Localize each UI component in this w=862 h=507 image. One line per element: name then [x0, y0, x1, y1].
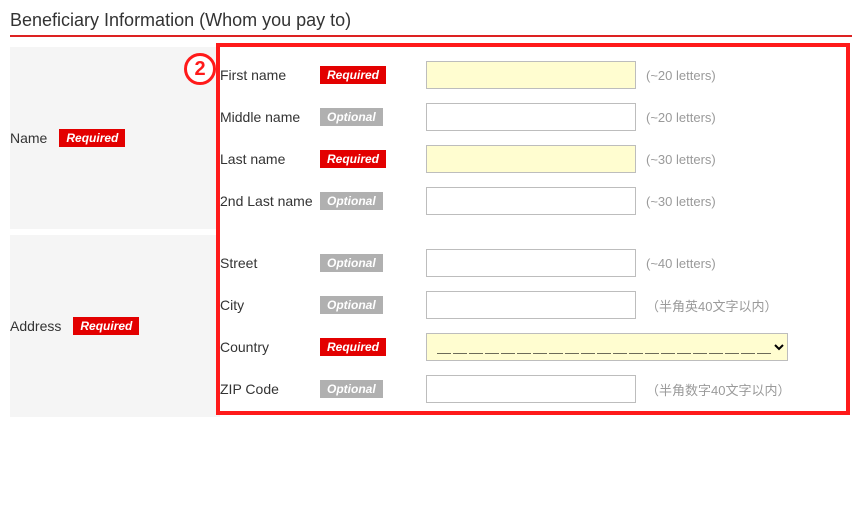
- street-optional-badge: Optional: [320, 254, 383, 272]
- street-hint: (~40 letters): [646, 256, 716, 271]
- section-address-label: Address: [10, 318, 61, 334]
- section-name-required-badge: Required: [59, 129, 125, 147]
- first-name-input[interactable]: [426, 61, 636, 89]
- address-fields-cell: Street Optional (~40 letters) City Optio…: [220, 235, 852, 417]
- last2-name-hint: (~30 letters): [646, 194, 716, 209]
- middle-name-label: Middle name: [220, 109, 320, 125]
- country-label: Country: [220, 339, 320, 355]
- city-optional-badge: Optional: [320, 296, 383, 314]
- zip-optional-badge: Optional: [320, 380, 383, 398]
- last2-name-optional-badge: Optional: [320, 192, 383, 210]
- country-required-badge: Required: [320, 338, 386, 356]
- first-name-hint: (~20 letters): [646, 68, 716, 83]
- section-address-required-badge: Required: [73, 317, 139, 335]
- section-address-cell: Address Required: [10, 235, 220, 417]
- street-label: Street: [220, 255, 320, 271]
- country-select[interactable]: ＿＿＿＿＿＿＿＿＿＿＿＿＿＿＿＿＿＿＿＿＿＿＿＿＿: [426, 333, 788, 361]
- zip-input[interactable]: [426, 375, 636, 403]
- middle-name-input[interactable]: [426, 103, 636, 131]
- city-hint: （半角英40文字以内）: [646, 296, 777, 315]
- zip-hint: （半角数字40文字以内）: [646, 380, 790, 399]
- annotation-circle-2: 2: [184, 53, 216, 85]
- last-name-input[interactable]: [426, 145, 636, 173]
- last-name-hint: (~30 letters): [646, 152, 716, 167]
- section-name-label: Name: [10, 130, 47, 146]
- page-title: Beneficiary Information (Whom you pay to…: [10, 10, 852, 37]
- first-name-required-badge: Required: [320, 66, 386, 84]
- zip-label: ZIP Code: [220, 381, 320, 397]
- street-input[interactable]: [426, 249, 636, 277]
- name-fields-cell: First name Required (~20 letters) Middle…: [220, 47, 852, 229]
- beneficiary-form-table: Name Required First name Required (~20 l…: [10, 47, 852, 417]
- last-name-label: Last name: [220, 151, 320, 167]
- city-label: City: [220, 297, 320, 313]
- first-name-label: First name: [220, 67, 320, 83]
- middle-name-optional-badge: Optional: [320, 108, 383, 126]
- last2-name-label: 2nd Last name: [220, 193, 320, 209]
- last-name-required-badge: Required: [320, 150, 386, 168]
- middle-name-hint: (~20 letters): [646, 110, 716, 125]
- city-input[interactable]: [426, 291, 636, 319]
- last2-name-input[interactable]: [426, 187, 636, 215]
